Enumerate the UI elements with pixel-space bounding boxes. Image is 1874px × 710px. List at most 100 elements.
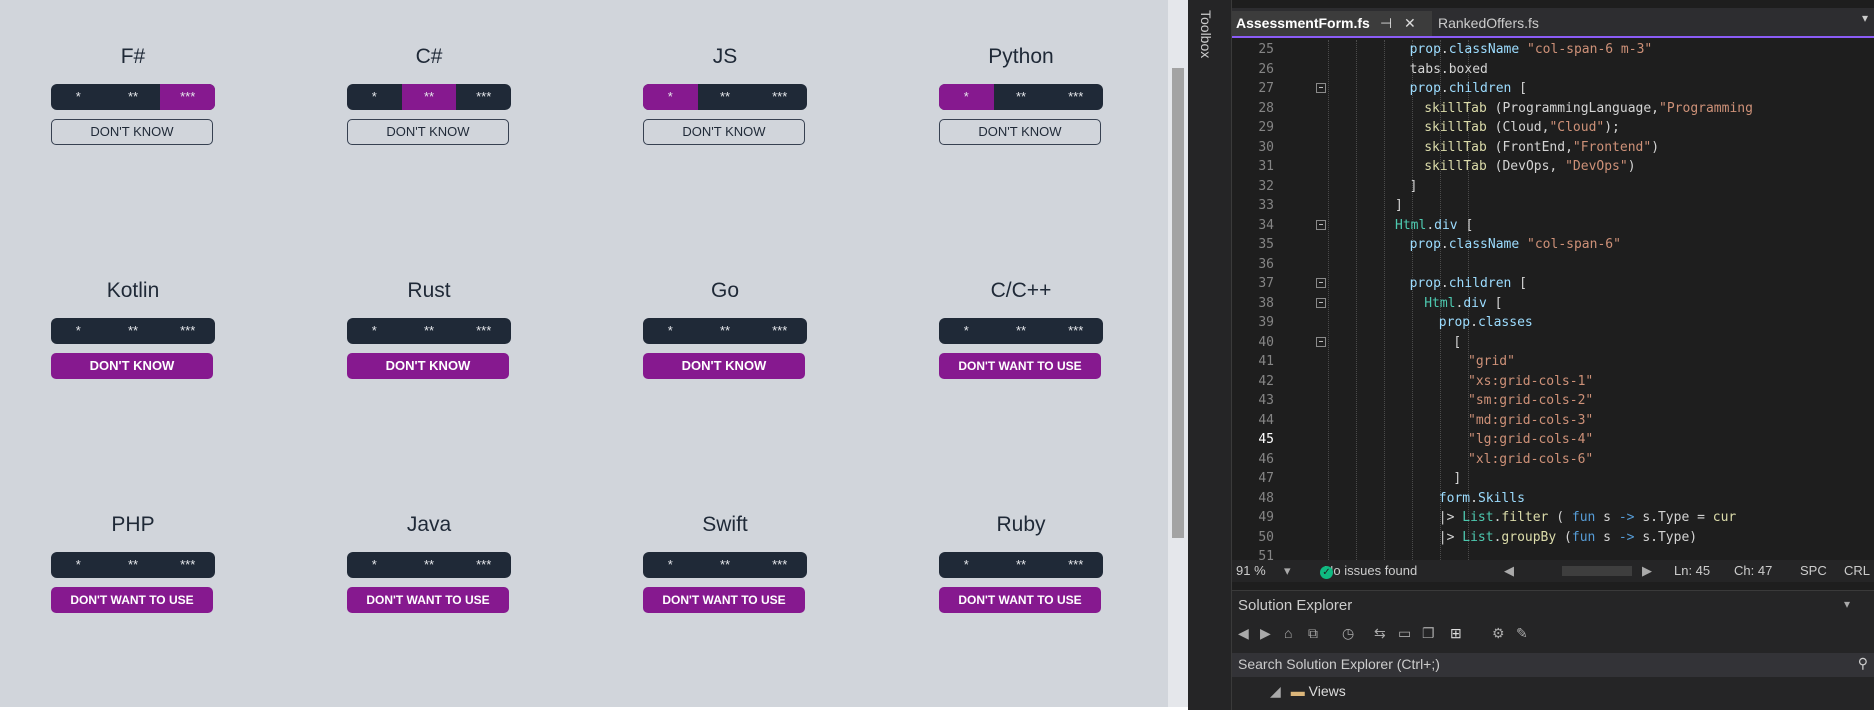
rating-option-3[interactable]: *** [160, 318, 215, 344]
dont-want-to-use-button[interactable]: DON'T WANT TO USE [643, 587, 805, 613]
tree-expander-icon[interactable]: ◢ [1270, 683, 1281, 699]
collapse-icon[interactable] [1316, 219, 1326, 230]
code-line[interactable]: 28 skillTab (ProgrammingLanguage,"Program… [1232, 99, 1874, 119]
collapse-all-icon[interactable]: ▭ [1398, 625, 1411, 642]
code-line[interactable]: 35 prop.className "col-span-6" [1232, 235, 1874, 255]
switch-views-icon[interactable]: ⧉ [1308, 625, 1318, 642]
rating-option-2[interactable]: ** [402, 318, 457, 344]
code-line[interactable]: 33] [1232, 196, 1874, 216]
code-line[interactable]: 40 [ [1232, 333, 1874, 353]
toolbox-label[interactable]: Toolbox [1198, 10, 1214, 58]
rating-option-2[interactable]: ** [106, 318, 161, 344]
browser-scrollbar[interactable] [1168, 0, 1188, 707]
code-line[interactable]: 43 "sm:grid-cols-2" [1232, 391, 1874, 411]
rating-option-2[interactable]: ** [994, 318, 1049, 344]
rating-option-1[interactable]: * [347, 84, 402, 110]
zoom-dropdown-icon[interactable]: ▾ [1284, 563, 1291, 579]
code-line[interactable]: 36 [1232, 255, 1874, 275]
rating-option-2[interactable]: ** [698, 552, 753, 578]
rating-option-3[interactable]: *** [1048, 84, 1103, 110]
code-line[interactable]: 49 |> List.filter ( fun s -> s.Type = cur [1232, 508, 1874, 528]
pin-icon[interactable]: ⊣ [1380, 11, 1392, 36]
rating-option-3[interactable]: *** [160, 84, 215, 110]
rating-option-2[interactable]: ** [698, 84, 753, 110]
zoom-level[interactable]: 91 % [1236, 563, 1266, 578]
rating-option-1[interactable]: * [939, 318, 994, 344]
rating-option-2[interactable]: ** [698, 318, 753, 344]
rating-option-1[interactable]: * [347, 318, 402, 344]
sync-icon[interactable]: ⇆ [1374, 625, 1386, 642]
code-area[interactable]: 25 prop.className "col-span-6 m-3" 26 tabs.… [1232, 40, 1874, 560]
show-all-files-icon[interactable]: ❐ [1422, 625, 1435, 642]
tab-list-dropdown-icon[interactable]: ▾ [1862, 11, 1868, 25]
rating-option-3[interactable]: *** [456, 84, 511, 110]
rating-option-1[interactable]: * [51, 552, 106, 578]
tab-assessmentform[interactable]: AssessmentForm.fs ⊣ ✕ [1232, 11, 1432, 36]
rating-option-2[interactable]: ** [106, 552, 161, 578]
rating-option-1[interactable]: * [939, 84, 994, 110]
tree-item-views[interactable]: Views [1309, 683, 1346, 699]
code-line[interactable]: 38 Html.div [ [1232, 294, 1874, 314]
rating-option-2[interactable]: ** [994, 552, 1049, 578]
rating-option-3[interactable]: *** [752, 84, 807, 110]
preview-icon[interactable]: ✎ [1516, 625, 1528, 642]
code-line[interactable]: 42 "xs:grid-cols-1" [1232, 372, 1874, 392]
code-line[interactable]: 41 "grid" [1232, 352, 1874, 372]
rating-option-1[interactable]: * [51, 84, 106, 110]
rating-option-3[interactable]: *** [752, 318, 807, 344]
code-line[interactable]: 47] [1232, 469, 1874, 489]
code-line[interactable]: 51 [1232, 547, 1874, 560]
dont-know-button[interactable]: DON'T KNOW [643, 119, 805, 145]
code-line[interactable]: 27 prop.children [ [1232, 79, 1874, 99]
code-line[interactable]: 48 form.Skills [1232, 489, 1874, 509]
code-line[interactable]: 44 "md:grid-cols-3" [1232, 411, 1874, 431]
code-line[interactable]: 34 Html.div [ [1232, 216, 1874, 236]
dont-want-to-use-button[interactable]: DON'T WANT TO USE [939, 353, 1101, 379]
horizontal-scrollbar[interactable] [1562, 566, 1632, 576]
rating-option-3[interactable]: *** [1048, 318, 1103, 344]
code-line[interactable]: 45 "lg:grid-cols-4" [1232, 430, 1874, 450]
dont-know-button[interactable]: DON'T KNOW [347, 353, 509, 379]
code-line[interactable]: 30 skillTab (FrontEnd,"Frontend") [1232, 138, 1874, 158]
line-ending-status[interactable]: CRL [1844, 563, 1870, 578]
rating-option-2[interactable]: ** [106, 84, 161, 110]
dont-know-button[interactable]: DON'T KNOW [347, 119, 509, 145]
dont-want-to-use-button[interactable]: DON'T WANT TO USE [939, 587, 1101, 613]
pending-changes-filter-icon[interactable]: ⊞ [1450, 625, 1462, 642]
scroll-left-icon[interactable]: ◀ [1504, 563, 1514, 579]
rating-option-2[interactable]: ** [402, 552, 457, 578]
rating-option-2[interactable]: ** [401, 84, 457, 110]
toolbox-panel[interactable]: Toolbox [1188, 0, 1232, 710]
code-line[interactable]: 46 "xl:grid-cols-6" [1232, 450, 1874, 470]
rating-option-1[interactable]: * [643, 552, 698, 578]
code-line[interactable]: 29 skillTab (Cloud,"Cloud"); [1232, 118, 1874, 138]
properties-icon[interactable]: ⚙ [1492, 625, 1505, 642]
rating-option-1[interactable]: * [347, 552, 402, 578]
code-line[interactable]: 37 prop.children [ [1232, 274, 1874, 294]
rating-option-1[interactable]: * [643, 84, 698, 110]
back-icon[interactable]: ◀ [1238, 625, 1249, 642]
scrollbar-thumb[interactable] [1172, 68, 1184, 538]
close-icon[interactable]: ✕ [1404, 11, 1416, 36]
editor-vertical-scrollbar[interactable] [1864, 40, 1874, 560]
dont-know-button[interactable]: DON'T KNOW [51, 119, 213, 145]
code-line[interactable]: 39 prop.classes [1232, 313, 1874, 333]
dont-know-button[interactable]: DON'T KNOW [939, 119, 1101, 145]
issues-status[interactable]: ✓ No issues found [1320, 563, 1417, 579]
code-line[interactable]: 32] [1232, 177, 1874, 197]
code-line[interactable]: 26 tabs.boxed [1232, 60, 1874, 80]
rating-option-3[interactable]: *** [1048, 552, 1103, 578]
rating-option-2[interactable]: ** [994, 84, 1049, 110]
rating-option-1[interactable]: * [939, 552, 994, 578]
dont-want-to-use-button[interactable]: DON'T WANT TO USE [347, 587, 509, 613]
tab-rankedoffers[interactable]: RankedOffers.fs [1434, 11, 1600, 36]
rating-option-3[interactable]: *** [456, 318, 511, 344]
code-line[interactable]: 50 |> List.groupBy (fun s -> s.Type) [1232, 528, 1874, 548]
panel-menu-icon[interactable]: ▾ [1844, 597, 1850, 611]
search-icon[interactable]: ⚲ [1858, 655, 1868, 672]
collapse-icon[interactable] [1316, 278, 1326, 288]
code-line[interactable]: 25 prop.className "col-span-6 m-3" [1232, 40, 1874, 60]
code-line[interactable]: 31 skillTab (DevOps, "DevOps") [1232, 157, 1874, 177]
rating-option-1[interactable]: * [51, 318, 106, 344]
whitespace-status[interactable]: SPC [1800, 563, 1827, 578]
